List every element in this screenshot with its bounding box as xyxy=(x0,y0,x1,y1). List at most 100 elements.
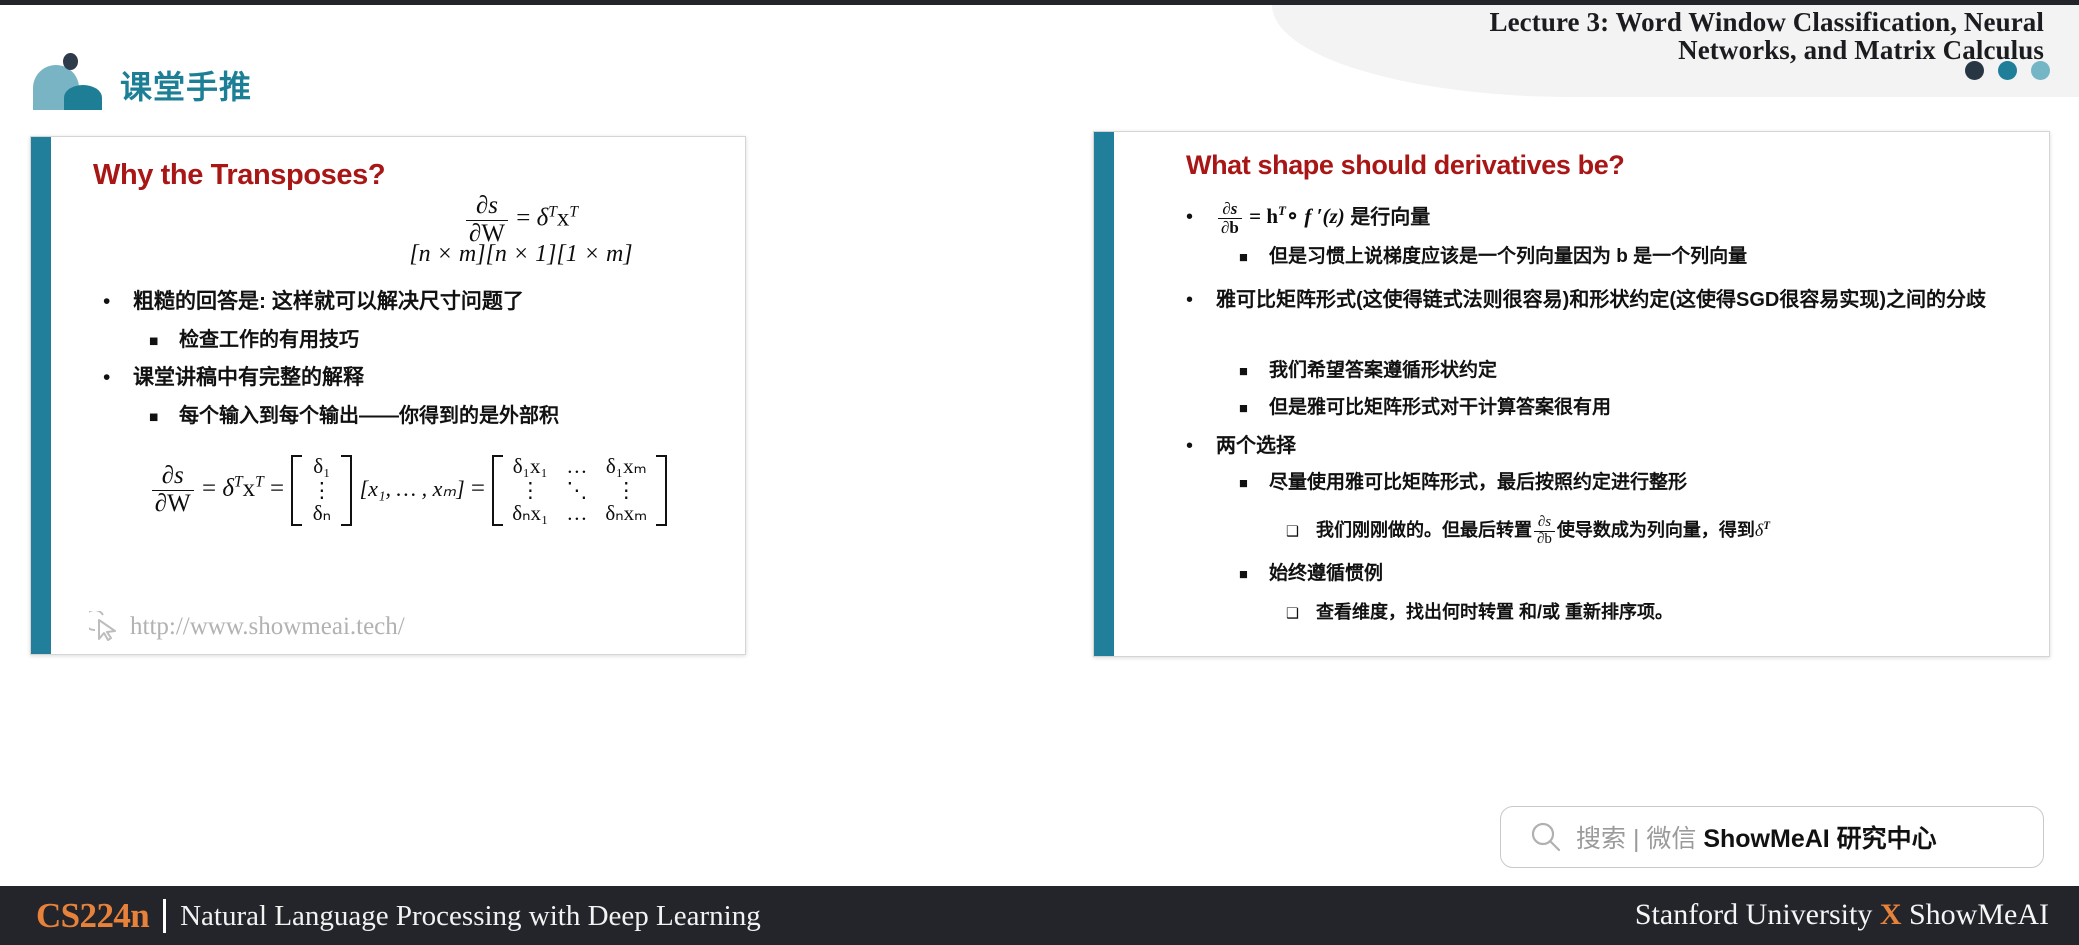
left-bullet-4: ■ 每个输入到每个输出——你得到的是外部积 xyxy=(149,404,745,430)
eq1-delta-sup: T xyxy=(548,203,557,221)
rb1-fn: f ′(z) xyxy=(1304,204,1345,229)
left-bullet-1: • 粗糙的回答是: 这样就可以解决尺寸问题了 xyxy=(103,289,723,316)
left-dimensions-line: [n × m][n × 1][1 × m] xyxy=(409,241,633,267)
search-icon xyxy=(1531,822,1561,852)
right-bullet-7-marker: ■ xyxy=(1239,476,1248,492)
resmat-cell-2-2: δₙxₘ xyxy=(605,501,648,526)
bigeq-denominator: ∂W xyxy=(151,489,194,518)
right-bullet-9: ■ 始终遵循惯例 xyxy=(1239,562,2049,586)
left-bullet-1-text: 粗糙的回答是: 这样就可以解决尺寸问题了 xyxy=(133,290,524,313)
right-slide-card: What shape should derivatives be? • ∂s ∂b … xyxy=(1093,131,2050,657)
bigeq-equals-3: = xyxy=(470,475,486,503)
resmat-cell-2-0: δₙx₁ xyxy=(512,501,549,526)
left-slide-card: Why the Transposes? ∂s ∂W = δTxT [n × m]… xyxy=(30,136,746,655)
right-bullet-9-text: 始终遵循惯例 xyxy=(1269,563,1384,584)
left-bullet-4-text: 每个输入到每个输出——你得到的是外部积 xyxy=(179,405,559,427)
right-bullet-5: ■ 但是雅可比矩阵形式对干计算答案很有用 xyxy=(1239,396,2049,420)
rb8-frac-den: ∂b xyxy=(1534,530,1555,548)
bigeq-equals-1: = xyxy=(201,475,217,503)
right-bullet-7-text: 尽量使用雅可比矩阵形式，最后按照约定进行整形 xyxy=(1269,472,1688,493)
right-bullet-6: • 两个选择 xyxy=(1186,434,2046,460)
right-bullet-5-marker: ■ xyxy=(1239,401,1248,417)
eq1-delta: δ xyxy=(536,204,549,232)
header-dot-2 xyxy=(1998,61,2017,80)
footer-divider xyxy=(163,899,167,933)
right-bullet-6-text: 两个选择 xyxy=(1216,435,1296,457)
search-badge-label: 搜索 | 微信 ShowMeAI 研究中心 xyxy=(1576,819,1937,855)
right-bullet-3-text: 雅可比矩阵形式(这使得链式法则很容易)和形状约定(这使得SGD很容易实现)之间的… xyxy=(1216,289,1986,311)
resmat-cell-1-1: ⋱ xyxy=(566,477,588,502)
colvec-cell-1: ⋮ xyxy=(311,477,333,502)
bigeq-result-matrix: δ₁x₁ … δ₁xₘ ⋮ ⋱ ⋮ δₙx₁ … δₙxₘ xyxy=(492,454,668,526)
footer-right-suffix: ShowMeAI xyxy=(1901,898,2049,931)
footer-course-code: CS224n xyxy=(36,896,150,935)
footer-right-x: X xyxy=(1879,898,1902,931)
showmeai-logo-icon xyxy=(30,48,102,110)
left-card-watermark: http://www.showmeai.tech/ xyxy=(89,611,405,643)
bigeq-delta: δ xyxy=(222,475,234,503)
lecture-title: Lecture 3: Word Window Classification, N… xyxy=(1489,7,2044,65)
bigeq-delta-sup: T xyxy=(233,473,243,491)
left-card-title: Why the Transposes? xyxy=(93,159,386,191)
right-bullet-8: ❑ 我们刚刚做的。但最后转置 ∂s ∂b 使导数成为列向量，得到δT xyxy=(1286,514,2049,548)
footer-right-prefix: Stanford University xyxy=(1634,898,1880,931)
rb1-h-sup: T xyxy=(1278,203,1286,219)
bigeq-equals-2: = xyxy=(269,475,285,503)
left-bullet-3-text: 课堂讲稿中有完整的解释 xyxy=(133,366,364,389)
showmeai-search-badge[interactable]: 搜索 | 微信 ShowMeAI 研究中心 xyxy=(1500,806,2044,868)
bigeq-x-sup: T xyxy=(255,473,264,491)
footer-bar: CS224n Natural Language Processing with … xyxy=(0,886,2079,945)
bigeq-row-vector: [x₁, … , xₘ] xyxy=(359,476,465,502)
header-banner: Lecture 3: Word Window Classification, N… xyxy=(1272,5,2079,97)
resmat-cell-0-2: δ₁xₘ xyxy=(605,454,647,478)
right-bullet-10-marker: ❑ xyxy=(1286,606,1299,622)
bigeq-numerator: ∂s xyxy=(161,462,184,490)
resmat-cell-0-1: … xyxy=(566,454,588,478)
left-card-accent-bar xyxy=(31,137,51,654)
rb1-h: h xyxy=(1266,204,1279,229)
left-bullet-3: • 课堂讲稿中有完整的解释 xyxy=(103,365,723,392)
bigeq-column-vector: δ₁ ⋮ δₙ xyxy=(291,454,353,526)
header-dot-3 xyxy=(2031,61,2050,80)
logo-dot-shape xyxy=(63,53,78,70)
right-bullet-2-text: 但是习惯上说梯度应该是一个列向量因为 b 是一个列向量 xyxy=(1269,246,1748,267)
right-bullet-10: ❑ 查看维度，找出何时转置 和/或 重新排序项。 xyxy=(1286,601,2049,624)
left-bullet-3-marker: • xyxy=(103,366,111,389)
cursor-pointer-icon xyxy=(89,611,116,641)
eq1-x-sup: T xyxy=(569,203,578,221)
brand: 课堂手推 xyxy=(30,48,450,118)
right-bullet-3: • 雅可比矩阵形式(这使得链式法则很容易)和形状约定(这使得SGD很容易实现)之间… xyxy=(1186,285,2046,316)
header-dot-1 xyxy=(1965,61,1984,80)
footer-course-name: Natural Language Processing with Deep Le… xyxy=(180,899,761,932)
left-matrix-equation: ∂s ∂W = δTxT = δ₁ ⋮ δₙ [x₁, … , xₘ] = δ₁… xyxy=(89,454,729,526)
right-bullet-2: ■ 但是习惯上说梯度应该是一个列向量因为 b 是一个列向量 xyxy=(1239,245,2049,269)
right-bullet-4: ■ 我们希望答案遵循形状约定 xyxy=(1239,359,2049,383)
watermark-url: http://www.showmeai.tech/ xyxy=(130,613,405,640)
right-bullet-1-text: 是行向量 xyxy=(1350,206,1431,229)
resmat-cell-1-2: ⋮ xyxy=(615,477,637,502)
resmat-cell-0-0: δ₁x₁ xyxy=(512,454,548,478)
rb8-tail-sup: T xyxy=(1763,520,1771,533)
rb1-op: ∘ xyxy=(1285,204,1300,229)
right-bullet-4-text: 我们希望答案遵循形状约定 xyxy=(1269,360,1498,381)
rb1-frac-den: ∂b xyxy=(1218,218,1242,237)
resmat-cell-1-0: ⋮ xyxy=(519,477,541,502)
right-bullet-6-marker: • xyxy=(1186,435,1194,457)
right-bullet-7: ■ 尽量使用雅可比矩阵形式，最后按照约定进行整形 xyxy=(1239,471,2049,495)
right-bullet-8-text-before: 我们刚刚做的。但最后转置 xyxy=(1316,520,1532,541)
colvec-cell-0: δ₁ xyxy=(313,454,331,478)
left-bullet-1-marker: • xyxy=(103,290,111,313)
right-bullet-8-text-after: 使导数成为列向量，得到 xyxy=(1556,520,1755,541)
rb1-equals: = xyxy=(1243,204,1267,229)
header-dots xyxy=(1965,61,2050,80)
right-bullet-3-marker: • xyxy=(1186,289,1194,311)
badge-label-gray: 搜索 | 微信 xyxy=(1576,825,1704,853)
right-bullet-1-marker: • xyxy=(1186,206,1194,229)
left-bullet-2-marker: ■ xyxy=(149,333,159,350)
left-bullet-2: ■ 检查工作的有用技巧 xyxy=(149,328,719,354)
logo-half-shape xyxy=(64,85,102,110)
right-card-title: What shape should derivatives be? xyxy=(1186,150,1625,180)
right-bullet-4-marker: ■ xyxy=(1239,364,1248,380)
right-card-accent-bar xyxy=(1094,132,1114,656)
left-equation-primary: ∂s ∂W = δTxT xyxy=(331,192,711,247)
